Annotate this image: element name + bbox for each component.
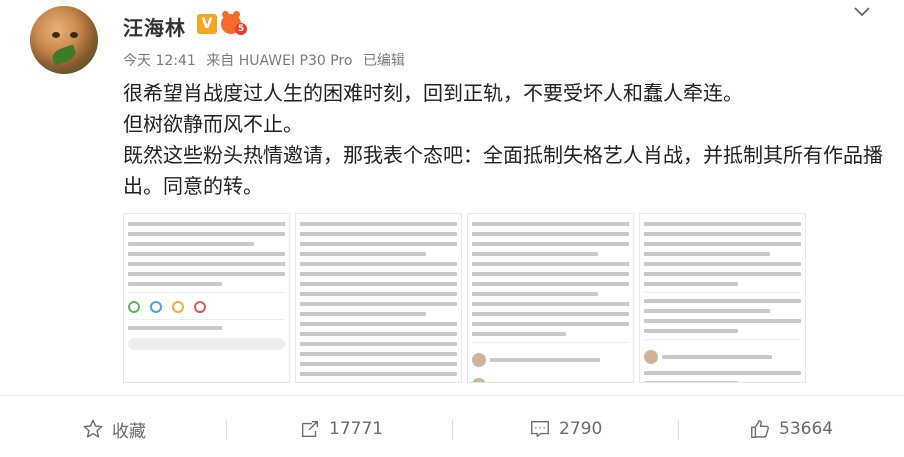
text-placeholder: [472, 312, 629, 316]
divider: [644, 339, 801, 340]
text-placeholder: [644, 381, 739, 382]
text-placeholder: [644, 272, 801, 276]
text-placeholder: [472, 272, 629, 276]
vip-badge[interactable]: V: [197, 14, 217, 34]
action-separator: [452, 420, 453, 440]
text-placeholder: [644, 222, 801, 226]
post-source: 来自 HUAWEI P30 Pro: [206, 53, 353, 69]
text-placeholder: [644, 371, 801, 375]
repost-icon: [301, 420, 319, 438]
text-placeholder: [300, 232, 457, 236]
screenshot-thumbnail[interactable]: [123, 213, 290, 383]
level-badge[interactable]: 5: [221, 11, 247, 35]
favorite-label: 收藏: [112, 421, 146, 442]
post-time[interactable]: 今天 12:41: [123, 53, 196, 69]
text-placeholder: [644, 299, 801, 303]
text-placeholder: [644, 309, 770, 313]
text-placeholder: [300, 282, 457, 286]
text-placeholder: [644, 242, 801, 246]
divider: [472, 342, 629, 343]
comment-count: 2790: [559, 419, 603, 439]
avatar-leaf: [50, 44, 78, 66]
text-placeholder: [128, 232, 285, 236]
text-placeholder: [472, 222, 629, 226]
text-placeholder: [300, 352, 457, 356]
text-placeholder: [128, 326, 223, 330]
text-placeholder: [644, 282, 739, 286]
text-placeholder: [472, 262, 629, 266]
text-placeholder: [472, 282, 629, 286]
text-placeholder: [300, 252, 426, 256]
text-placeholder: [644, 319, 801, 323]
divider: [644, 292, 801, 293]
avatar-eye: [52, 32, 60, 38]
text-placeholder: [644, 329, 739, 333]
text-placeholder: [472, 292, 598, 296]
text-placeholder: [300, 292, 457, 296]
text-placeholder: [300, 332, 457, 336]
comment-box-placeholder: [128, 338, 285, 350]
text-placeholder: [644, 252, 770, 256]
text-placeholder: [472, 332, 567, 336]
text-placeholder: [300, 342, 457, 346]
text-placeholder: [128, 252, 285, 256]
post-text: 很希望肖战度过人生的困难时刻，回到正轨，不要受坏人和蠢人牵连。 但树欲静而风不止…: [123, 78, 883, 202]
chevron-down-icon[interactable]: [853, 4, 871, 18]
comment-row: [472, 374, 629, 382]
text-placeholder: [300, 322, 457, 326]
level-number: 5: [235, 23, 247, 35]
text-placeholder: [472, 252, 598, 256]
author-name[interactable]: 汪海林: [123, 12, 186, 41]
thumbs-up-icon: [751, 420, 769, 438]
text-placeholder: [472, 242, 629, 246]
text-placeholder: [300, 242, 457, 246]
favorite-button[interactable]: 收藏: [82, 416, 146, 442]
comment-row: [472, 349, 629, 368]
avatar[interactable]: [30, 6, 98, 74]
action-bar-divider: [0, 395, 904, 396]
screenshot-thumbnail[interactable]: [639, 213, 806, 383]
text-placeholder: [128, 242, 254, 246]
text-placeholder: [128, 282, 223, 286]
post-paragraph: 但树欲静而风不止。: [123, 112, 303, 136]
text-placeholder: [128, 272, 285, 276]
screenshot-thumbnail[interactable]: [295, 213, 462, 383]
text-placeholder: [472, 322, 629, 326]
text-placeholder: [644, 232, 801, 236]
text-placeholder: [300, 222, 457, 226]
share-icons: [128, 301, 285, 313]
text-placeholder: [300, 262, 457, 266]
edited-label[interactable]: 已编辑: [363, 53, 405, 69]
avatar-eye: [70, 32, 78, 38]
action-bar: 收藏 17771 2790 53664: [0, 400, 904, 457]
text-placeholder: [472, 232, 629, 236]
post-meta: 今天 12:41 来自 HUAWEI P30 Pro 已编辑: [123, 50, 411, 70]
comment-icon: [531, 420, 549, 438]
repost-button[interactable]: 17771: [299, 416, 383, 442]
divider: [128, 319, 285, 320]
text-placeholder: [300, 372, 457, 376]
action-separator: [678, 420, 679, 440]
text-placeholder: [128, 262, 285, 266]
repost-count: 17771: [329, 419, 384, 439]
text-placeholder: [300, 312, 426, 316]
action-separator: [226, 420, 227, 440]
comment-button[interactable]: 2790: [529, 416, 602, 442]
text-placeholder: [300, 302, 457, 306]
text-placeholder: [300, 272, 457, 276]
like-button[interactable]: 53664: [749, 416, 833, 442]
text-placeholder: [128, 222, 285, 226]
like-count: 53664: [779, 419, 834, 439]
text-placeholder: [644, 262, 801, 266]
post-paragraph: 既然这些粉头热情邀请，那我表个态吧：全面抵制失格艺人肖战，并抵制其所有作品播出。…: [123, 143, 883, 198]
screenshot-thumbnail[interactable]: [467, 213, 634, 383]
comment-row: [644, 346, 801, 365]
text-placeholder: [300, 382, 394, 383]
text-placeholder: [472, 302, 629, 306]
divider: [128, 292, 285, 293]
text-placeholder: [300, 362, 457, 366]
post-paragraph: 很希望肖战度过人生的困难时刻，回到正轨，不要受坏人和蠢人牵连。: [123, 81, 743, 105]
star-icon: [83, 419, 103, 438]
